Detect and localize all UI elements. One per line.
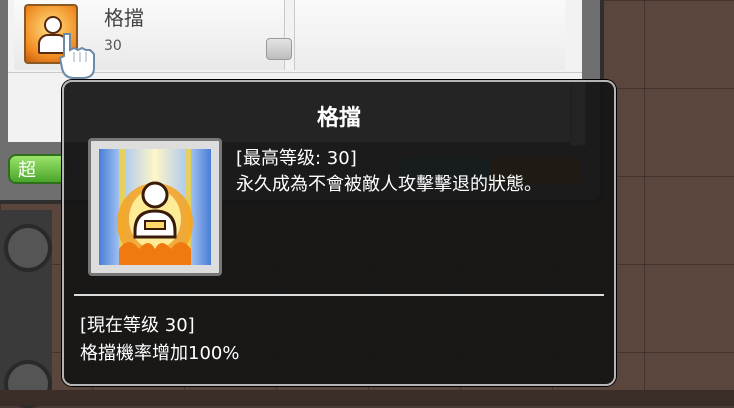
skill-tab-label: 超 — [18, 160, 36, 181]
skill-slot[interactable]: 格擋 30 — [14, 0, 292, 70]
tooltip-title: 格擋 — [316, 106, 361, 131]
skill-tooltip: 格擋 [最高等级: 30] 永久成為不會被敵人攻擊擊退的狀態。 [現在等级 30… — [62, 80, 616, 386]
tooltip-max-level: [最高等级: 30] — [236, 148, 357, 169]
hand-pointer-icon — [58, 30, 102, 80]
block-skill-icon — [88, 138, 222, 276]
skill-name: 格擋 — [104, 6, 144, 30]
gear-icon — [4, 224, 52, 272]
tooltip-current-effect: 格擋機率增加100% — [80, 343, 240, 364]
tooltip-current-level-block: [現在等级 30] 格擋機率增加100% — [80, 312, 580, 368]
skill-slot-empty[interactable] — [294, 0, 565, 70]
tooltip-divider — [74, 294, 604, 296]
machine-decoration — [0, 210, 52, 408]
bottom-wall — [0, 390, 734, 406]
skill-tab-button[interactable]: 超 — [8, 154, 68, 184]
tooltip-current-level: [現在等级 30] — [80, 315, 195, 336]
tooltip-description: 永久成為不會被敵人攻擊擊退的狀態。 — [236, 174, 542, 195]
skill-level: 30 — [104, 38, 122, 54]
tooltip-description-block: [最高等级: 30] 永久成為不會被敵人攻擊擊退的狀態。 — [236, 146, 594, 198]
level-up-button[interactable] — [266, 38, 292, 60]
